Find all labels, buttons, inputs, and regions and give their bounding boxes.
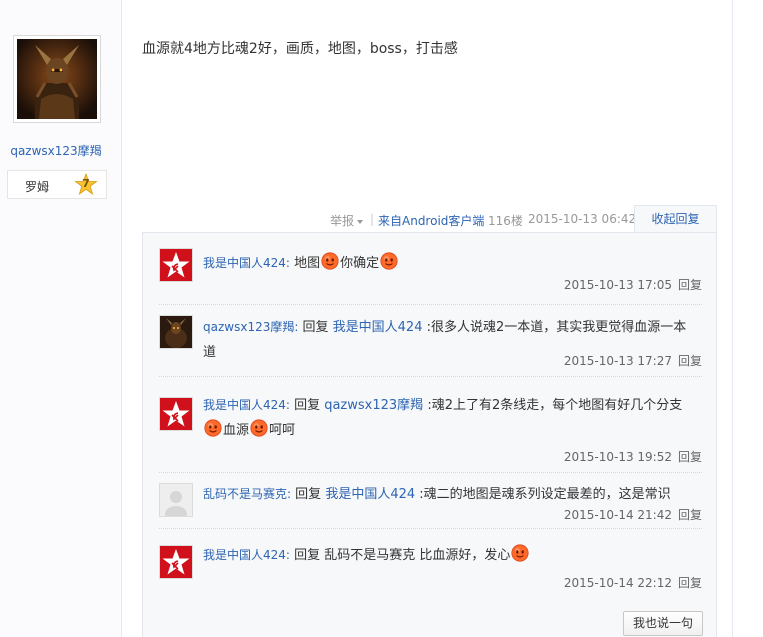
reply-time: 2015-10-13 17:05 (563, 278, 672, 292)
post-content: 血源就4地方比魂2好，画质，地图，boss，打击感 (142, 41, 458, 57)
smiling-face-emoji-icon (380, 252, 398, 270)
rank-name: 罗姆 (25, 180, 50, 194)
reply-time: 2015-10-13 19:52 (563, 450, 672, 464)
reply-content: 血源 (223, 423, 250, 438)
reply-text: 我是中国人424: 回复 乱码不是马赛克 比血源好，发心 (203, 543, 698, 568)
author-sidebar: qazwsx123摩羯 罗姆 7 (0, 0, 122, 637)
reply-time: 2015-10-13 17:27 (563, 354, 672, 368)
reply-prefix: 回复 (291, 487, 326, 502)
smiling-face-emoji-icon (250, 419, 268, 437)
floor-number: 116楼 (488, 214, 523, 228)
reply-content: 呵呵 (269, 423, 296, 438)
reply-avatar[interactable] (159, 483, 193, 517)
reply-username[interactable]: 乱码不是马赛克: (203, 487, 291, 501)
smiling-face-emoji-icon (511, 544, 530, 562)
chevron-down-icon (357, 219, 364, 224)
reply-username[interactable]: 我是中国人424: (203, 398, 290, 412)
post-time: 2015-10-13 06:42 (528, 212, 637, 226)
reply-item: 我是中国人424: 回复 乱码不是马赛克 比血源好，发心 2015-10-14 2… (159, 529, 702, 599)
reply-button[interactable]: 回复 (678, 278, 702, 292)
reply-target-user[interactable]: 我是中国人424 (325, 487, 415, 502)
reply-prefix: 回复 (289, 398, 325, 413)
reply-button[interactable]: 回复 (678, 450, 702, 464)
reply-meta: 2015-10-13 17:27 回复 (564, 352, 702, 369)
rank-level: 7 (82, 177, 90, 190)
reply-avatar[interactable] (159, 248, 193, 282)
reply-username[interactable]: 我是中国人424: (203, 548, 290, 562)
report-dropdown[interactable]: 举报 (330, 212, 364, 229)
reply-text: 我是中国人424: 地图 你确定 (203, 251, 698, 276)
smiling-face-emoji-icon (204, 419, 222, 437)
reply-avatar[interactable] (159, 315, 193, 349)
knight-avatar (160, 316, 192, 348)
reply-content: :魂2上了有2条线走，每个地图有好几个分支 (423, 398, 683, 413)
source-link[interactable]: 来自Android客户端 (378, 212, 484, 229)
reply-meta: 2015-10-14 22:12 回复 (564, 574, 702, 591)
red-star-avatar (160, 398, 192, 430)
reply-content: 你确定 (340, 256, 380, 271)
reply-time: 2015-10-14 22:12 (563, 576, 672, 590)
smiling-face-emoji-icon (321, 252, 339, 270)
reply-avatar[interactable] (159, 545, 193, 579)
reply-target-user[interactable]: 我是中国人424 (333, 320, 423, 335)
reply-list: 我是中国人424: 地图 你确定 2015-10-13 17:05 回复 qazwsx1… (142, 232, 717, 637)
say-something-button[interactable]: 我也说一句 (623, 611, 703, 636)
post-tail: 举报 | 来自Android客户端 116楼 2015-10-13 06:42 … (122, 205, 732, 234)
reply-button[interactable]: 回复 (678, 508, 702, 522)
reply-item: qazwsx123摩羯: 回复 我是中国人424 :很多人说魂2一本道，其实我更… (159, 305, 702, 377)
reply-avatar[interactable] (159, 397, 193, 431)
knight-avatar-image (17, 39, 97, 119)
rank-box[interactable]: 罗姆 7 (7, 170, 107, 199)
rank-star-icon: 7 (74, 172, 98, 197)
separator: | (370, 212, 375, 226)
author-username[interactable]: qazwsx123摩羯 (0, 142, 112, 159)
author-avatar[interactable] (13, 35, 101, 123)
reply-username[interactable]: qazwsx123摩羯: (203, 320, 298, 334)
reply-target-user[interactable]: qazwsx123摩羯 (324, 398, 423, 413)
reply-text: 我是中国人424: 回复 qazwsx123摩羯 :魂2上了有2条线走，每个地图… (203, 393, 698, 443)
reply-content: 地图 (289, 256, 321, 271)
reply-text: 乱码不是马赛克: 回复 我是中国人424 :魂二的地图是魂系列设定最差的，这是常… (203, 482, 698, 507)
reply-time: 2015-10-14 21:42 (563, 508, 672, 522)
reply-item: 我是中国人424: 回复 qazwsx123摩羯 :魂2上了有2条线走，每个地图… (159, 377, 702, 473)
reply-meta: 2015-10-13 17:05 回复 (564, 276, 702, 293)
reply-meta: 2015-10-14 21:42 回复 (564, 506, 702, 523)
default-gray-avatar (160, 484, 192, 516)
reply-prefix: 回复 乱码不是马赛克 比血源好，发心 (289, 548, 511, 563)
reply-button[interactable]: 回复 (678, 354, 702, 368)
reply-username[interactable]: 我是中国人424: (203, 256, 290, 270)
reply-item: 我是中国人424: 地图 你确定 2015-10-13 17:05 回复 (159, 241, 702, 305)
red-star-avatar (160, 546, 192, 578)
reply-meta: 2015-10-13 19:52 回复 (564, 448, 702, 465)
reply-button[interactable]: 回复 (678, 576, 702, 590)
report-label: 举报 (330, 214, 355, 228)
reply-content: :魂二的地图是魂系列设定最差的，这是常识 (415, 487, 671, 502)
collapse-replies-button[interactable]: 收起回复 (634, 205, 717, 234)
red-star-avatar (160, 249, 192, 281)
reply-item: 乱码不是马赛克: 回复 我是中国人424 :魂二的地图是魂系列设定最差的，这是常… (159, 473, 702, 529)
post-main: 血源就4地方比魂2好，画质，地图，boss，打击感 举报 | 来自Android… (122, 0, 732, 637)
divider (732, 0, 733, 637)
reply-prefix: 回复 (298, 320, 333, 335)
